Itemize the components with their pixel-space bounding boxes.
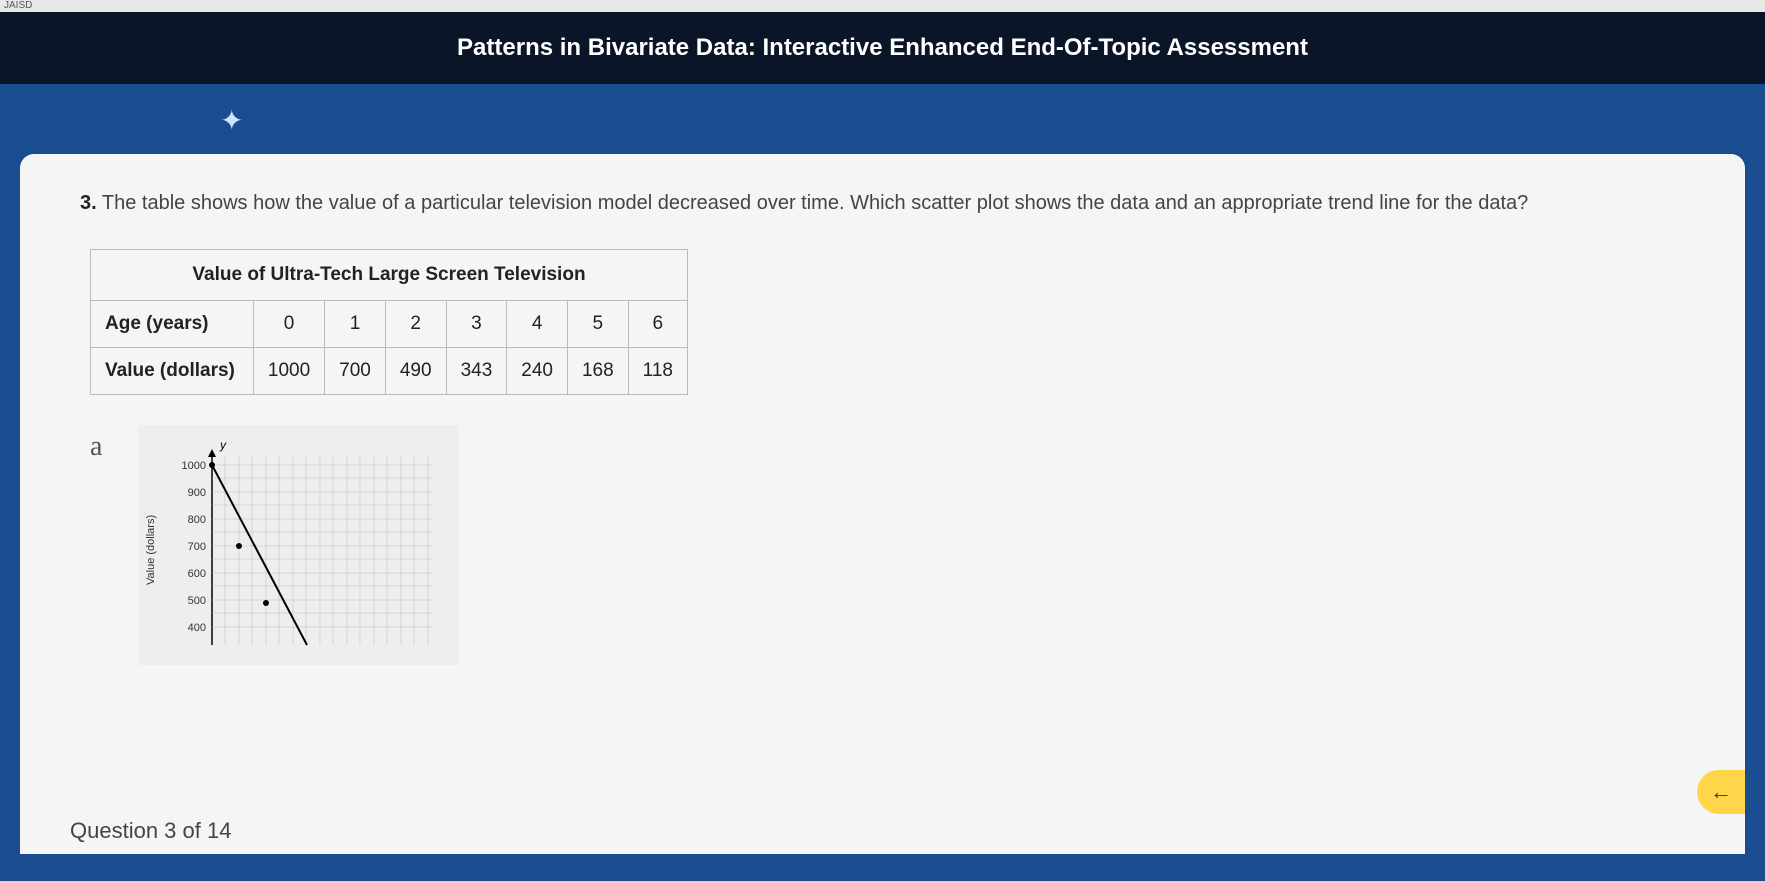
y-tick: 400 [188, 622, 206, 634]
sparkle-icon: ✦ [220, 104, 243, 137]
y-tick: 800 [188, 514, 206, 526]
table-cell: 700 [325, 348, 386, 395]
row-label-value: Value (dollars) [91, 348, 254, 395]
table-caption: Value of Ultra-Tech Large Screen Televis… [91, 250, 688, 301]
table-cell: 1 [325, 301, 386, 348]
arrow-left-icon: ← [1710, 779, 1732, 805]
option-letter: a [90, 431, 118, 463]
table-row: Age (years) 0 1 2 3 4 5 6 [91, 301, 688, 348]
table-cell: 5 [567, 301, 628, 348]
assessment-title-bar: Patterns in Bivariate Data: Interactive … [0, 12, 1765, 84]
y-tick: 900 [188, 487, 206, 499]
y-tick: 700 [188, 541, 206, 553]
table-cell: 3 [446, 301, 507, 348]
data-point [236, 543, 242, 549]
data-point [209, 462, 215, 468]
question-counter: Question 3 of 14 [70, 818, 231, 844]
table-cell: 1000 [253, 348, 324, 395]
y-tick: 1000 [182, 460, 206, 472]
table-row: Value (dollars) 1000 700 490 343 240 168… [91, 348, 688, 395]
scatter-chart-a: Value (dollars) y [138, 425, 458, 665]
data-table: Value of Ultra-Tech Large Screen Televis… [90, 249, 688, 395]
table-cell: 240 [507, 348, 568, 395]
table-cell: 4 [507, 301, 568, 348]
question-card: 3. The table shows how the value of a pa… [20, 154, 1745, 854]
question-body: The table shows how the value of a parti… [102, 192, 1528, 214]
table-cell: 490 [385, 348, 446, 395]
answer-option-a[interactable]: a Value (dollars) y [90, 425, 1685, 665]
table-cell: 343 [446, 348, 507, 395]
y-axis-symbol: y [219, 438, 227, 452]
y-tick: 600 [188, 568, 206, 580]
y-tick: 500 [188, 595, 206, 607]
question-text-line: 3. The table shows how the value of a pa… [80, 192, 1685, 215]
table-cell: 118 [628, 348, 687, 395]
question-number: 3. [80, 192, 97, 214]
table-cell: 168 [567, 348, 628, 395]
table-cell: 2 [385, 301, 446, 348]
scatter-svg: Value (dollars) y [142, 435, 442, 655]
y-axis-label: Value (dollars) [145, 515, 157, 585]
row-label-age: Age (years) [91, 301, 254, 348]
assessment-title: Patterns in Bivariate Data: Interactive … [457, 34, 1308, 61]
nav-back-button[interactable]: ← [1697, 770, 1745, 814]
data-point [263, 600, 269, 606]
header-spacer: ✦ [0, 84, 1765, 154]
table-cell: 6 [628, 301, 687, 348]
table-cell: 0 [253, 301, 324, 348]
browser-top-strip: JAISD [0, 0, 1765, 12]
